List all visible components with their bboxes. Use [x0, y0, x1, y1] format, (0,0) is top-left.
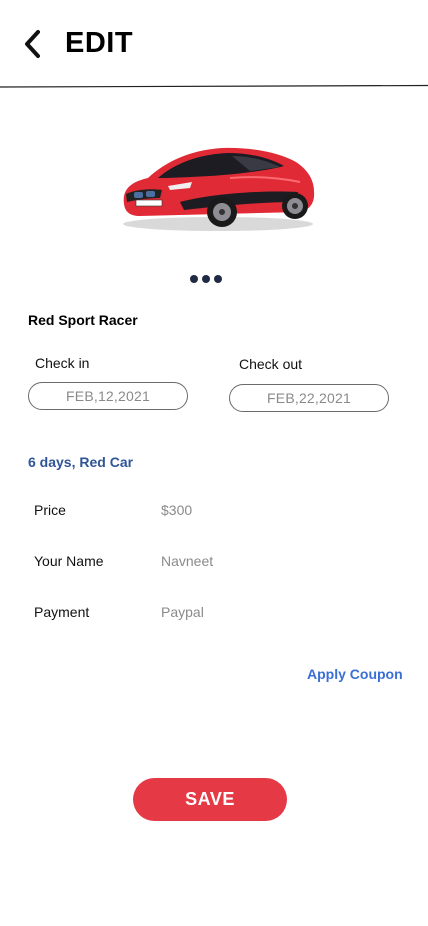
- car-image: [110, 132, 325, 237]
- price-value: $300: [161, 502, 193, 518]
- header-divider: [0, 84, 428, 88]
- save-button[interactable]: SAVE: [133, 778, 287, 821]
- carousel-indicator: [190, 275, 222, 283]
- check-out-date-field[interactable]: FEB,22,2021: [229, 384, 389, 412]
- app-header: EDIT: [0, 0, 428, 88]
- booking-summary: 6 days, Red Car: [28, 454, 134, 470]
- page-title: EDIT: [65, 27, 134, 59]
- name-label: Your Name: [34, 553, 104, 569]
- check-in-date-field[interactable]: FEB,12,2021: [28, 382, 188, 410]
- chevron-left-icon[interactable]: [20, 28, 48, 60]
- apply-coupon-link[interactable]: Apply Coupon: [307, 666, 403, 682]
- payment-value[interactable]: Paypal: [161, 604, 204, 620]
- check-out-label: Check out: [239, 356, 303, 372]
- name-value[interactable]: Navneet: [161, 553, 213, 569]
- car-name: Red Sport Racer: [28, 312, 138, 328]
- carousel-dot[interactable]: [190, 275, 198, 283]
- price-label: Price: [34, 502, 66, 518]
- payment-label: Payment: [34, 604, 90, 620]
- carousel-dot[interactable]: [202, 275, 210, 283]
- check-in-label: Check in: [35, 355, 90, 371]
- carousel-dot[interactable]: [214, 275, 222, 283]
